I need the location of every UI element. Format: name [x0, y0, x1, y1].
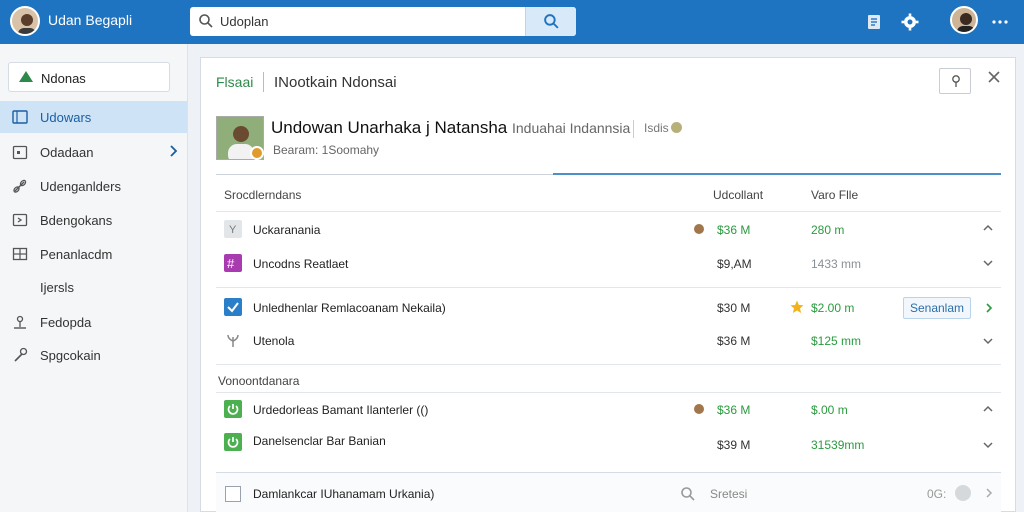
grid-app-icon: #: [224, 254, 242, 272]
pin-icon: [952, 75, 960, 87]
profile-badge-icon: [250, 146, 264, 160]
chevron-down-icon[interactable]: [982, 258, 994, 268]
app-avatar[interactable]: [10, 6, 40, 36]
search-button[interactable]: [525, 7, 576, 36]
footer-count: 0G:: [927, 487, 947, 501]
sidebar-top-item[interactable]: Ndonas: [8, 62, 170, 92]
sidebar-item-fedopda[interactable]: Fedopda: [0, 306, 187, 338]
checkbox-checked-icon[interactable]: [224, 298, 242, 316]
profile-name: Undowan Unarhaka j Natansha Induahai Ind…: [271, 118, 631, 137]
panel-title: INootkain Ndonsai: [274, 74, 397, 91]
footer-checkbox[interactable]: [225, 486, 241, 502]
sidebar-item-spgcokain[interactable]: Spgcokain: [0, 339, 187, 371]
chevron-up-icon[interactable]: [982, 223, 994, 233]
profile-name-sub: Induahai Indannsia: [512, 120, 631, 136]
search-bar: [190, 7, 576, 36]
sidebar-item-ijersls[interactable]: Ijersls: [0, 271, 187, 303]
row-divider: [216, 287, 1001, 288]
sidebar-item-udowars[interactable]: Udowars: [0, 101, 187, 133]
chevron-right-icon: [170, 145, 178, 157]
sidebar-item-bdengokans[interactable]: Bdengokans: [0, 204, 187, 236]
tab-divider: [263, 72, 264, 92]
plant-icon: [227, 334, 239, 347]
gear-icon[interactable]: [900, 12, 920, 32]
search-icon[interactable]: [680, 486, 696, 502]
column-header-c1[interactable]: Udcollant: [713, 188, 763, 202]
sidebar-item-udenganlders[interactable]: Udenganlders: [0, 170, 187, 202]
footer-row: Damlankcar IUhanamam Urkania) Sretesi 0G…: [216, 472, 1001, 512]
link-icon: [13, 179, 27, 193]
row-divider: [216, 211, 1001, 212]
document-icon[interactable]: [864, 12, 884, 32]
row-divider: [216, 364, 1001, 365]
row-action-button[interactable]: Senanlam: [903, 297, 971, 319]
column-header-c2[interactable]: Varo Flle: [811, 188, 858, 202]
chevron-down-icon[interactable]: [982, 336, 994, 346]
search-icon: [199, 14, 213, 28]
close-icon[interactable]: [987, 70, 1001, 84]
list-icon: [12, 110, 28, 124]
search-input[interactable]: [220, 11, 520, 32]
svg-text:Y: Y: [229, 224, 237, 236]
power-icon: [224, 400, 242, 418]
search-icon: [544, 14, 559, 29]
more-icon[interactable]: [990, 12, 1010, 32]
profile-meta: Bearam: 1Soomahy: [273, 143, 380, 157]
profile-divider: [633, 120, 634, 138]
row-divider: [216, 392, 1001, 393]
column-header-name[interactable]: Srocdlerndans: [224, 188, 301, 202]
chevron-down-icon[interactable]: [982, 440, 994, 450]
profile-extra: Isdis: [644, 121, 669, 135]
wrench-icon: [14, 347, 28, 362]
detail-panel: Flsaai INootkain Ndonsai Undowan Unarhak…: [200, 57, 1016, 512]
chevron-right-icon[interactable]: [984, 487, 994, 499]
export-icon: [12, 213, 28, 227]
user-icon: [14, 315, 26, 329]
sidebar-item-odadaan[interactable]: Odadaan: [0, 136, 187, 168]
chevron-right-icon[interactable]: [984, 302, 994, 314]
sidebar: Ndonas Udowars Odadaan Udenganlders Bden…: [0, 44, 188, 512]
calendar-icon: [12, 145, 28, 160]
app-title: Udan Begapli: [48, 12, 133, 28]
footer-search-label[interactable]: Sretesi: [710, 487, 747, 501]
svg-text:#: #: [227, 256, 235, 271]
star-icon: [790, 300, 804, 313]
pin-button[interactable]: [939, 68, 971, 94]
tree-icon: [19, 71, 33, 82]
user-avatar[interactable]: [950, 6, 978, 34]
sidebar-item-penanlacdm[interactable]: Penanlacdm: [0, 238, 187, 270]
tab-active[interactable]: Flsaai: [216, 74, 253, 90]
app-icon: Y: [224, 220, 242, 238]
coin-icon: [694, 224, 704, 234]
status-dot-icon: [955, 485, 971, 501]
header-accent-line: [553, 173, 1001, 175]
power-icon: [224, 433, 242, 451]
chevron-up-icon[interactable]: [982, 404, 994, 414]
section-title: Vonoontdanara: [218, 374, 300, 388]
coin-icon: [694, 404, 704, 414]
footer-label: Damlankcar IUhanamam Urkania): [253, 487, 435, 501]
top-bar: Udan Begapli: [0, 0, 1024, 44]
status-dot-icon: [671, 122, 682, 133]
grid-icon: [12, 247, 28, 261]
